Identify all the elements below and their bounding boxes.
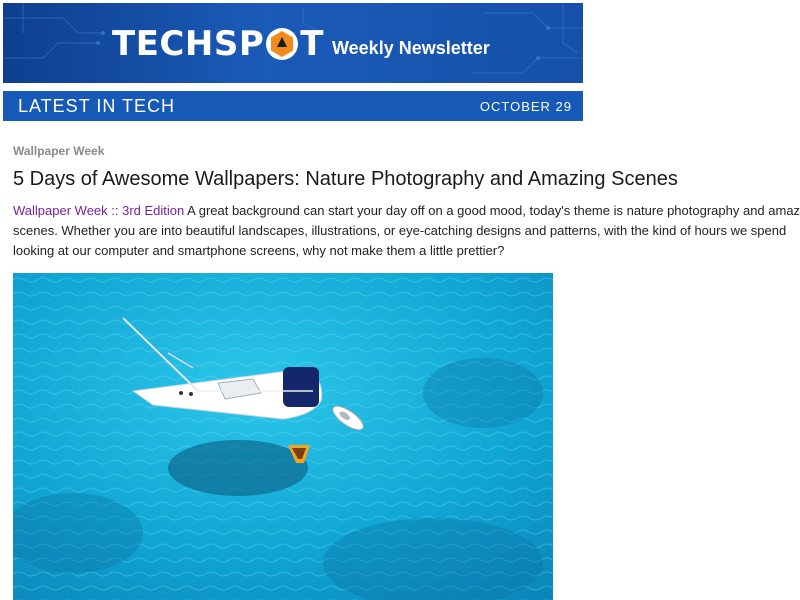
- sailboat-aerial-image: [13, 273, 553, 600]
- article-photo[interactable]: [13, 273, 553, 600]
- logo-text: TECHSP: [112, 24, 265, 64]
- edition-link[interactable]: Wallpaper Week :: 3rd Edition: [13, 203, 184, 218]
- article-category[interactable]: Wallpaper Week: [13, 144, 104, 158]
- article-title[interactable]: 5 Days of Awesome Wallpapers: Nature Pho…: [13, 168, 678, 191]
- logo-text-end: T: [300, 24, 324, 64]
- techspot-logo[interactable]: TECHSP T: [112, 24, 323, 64]
- description-line-1: Wallpaper Week :: 3rd Edition A great ba…: [13, 201, 800, 221]
- newsletter-subtitle: Weekly Newsletter: [332, 38, 490, 58]
- section-date: OCTOBER 29: [479, 99, 572, 114]
- article-description: Wallpaper Week :: 3rd Edition A great ba…: [13, 201, 800, 261]
- logo-o-icon: [266, 28, 299, 60]
- newsletter-header: TECHSP T Weekly Newsletter: [3, 3, 583, 83]
- section-bar: LATEST IN TECH OCTOBER 29: [3, 91, 583, 121]
- section-label: LATEST IN TECH: [18, 96, 176, 116]
- description-line-2: scenes. Whether you are into beautiful l…: [13, 223, 787, 238]
- description-text-1: A great background can start your day of…: [184, 203, 800, 218]
- description-line-3: looking at our computer and smartphone s…: [13, 243, 505, 258]
